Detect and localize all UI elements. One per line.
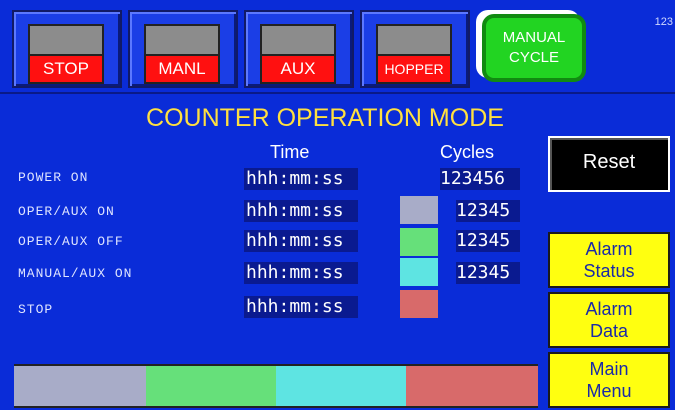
alarm-data-button[interactable]: Alarm Data (548, 292, 670, 348)
stop-indicator-lamp (28, 24, 104, 56)
hopper-button[interactable]: HOPPER (360, 10, 470, 88)
manl-indicator-lamp (144, 24, 220, 56)
aux-button[interactable]: AUX (244, 10, 354, 88)
oper-aux-on-color-swatch (400, 196, 438, 224)
row-label-oper-aux-off: OPER/AUX OFF (18, 234, 124, 249)
time-column-header: Time (270, 142, 310, 162)
cycles-oper-aux-off: 12345 (456, 230, 520, 252)
alarm-data-line1: Alarm (585, 299, 633, 319)
time-power-on: hhh:mm:ss (244, 168, 358, 190)
aux-indicator-lamp (260, 24, 336, 56)
bottom-bar-segment-manual-aux-on (276, 364, 406, 408)
stop-button[interactable]: STOP (12, 10, 122, 88)
time-oper-aux-on: hhh:mm:ss (244, 200, 358, 222)
manual-aux-on-color-swatch (400, 258, 438, 286)
hopper-indicator-lamp (376, 24, 452, 56)
corner-number: 123 (654, 16, 673, 28)
top-button-bar: STOP MANL AUX HOPPER MANUAL CYCLE 123 (0, 0, 675, 94)
main-menu-button[interactable]: Main Menu (548, 352, 670, 408)
time-stop: hhh:mm:ss (244, 296, 358, 318)
cycles-manual-aux-on: 12345 (456, 262, 520, 284)
time-manual-aux-on: hhh:mm:ss (244, 262, 358, 284)
row-label-oper-aux-on: OPER/AUX ON (18, 204, 115, 219)
hmi-screen: STOP MANL AUX HOPPER MANUAL CYCLE 123 CO… (0, 0, 675, 410)
row-label-manual-aux-on: MANUAL/AUX ON (18, 266, 133, 281)
bottom-bar-segment-stop (406, 364, 538, 408)
cycles-power-on: 123456 (440, 168, 520, 190)
stop-color-swatch (400, 290, 438, 318)
cycles-column-header: Cycles (440, 142, 495, 162)
hopper-label: HOPPER (376, 54, 452, 84)
main-menu-line2: Menu (586, 381, 632, 401)
cycles-oper-aux-on: 12345 (456, 200, 520, 222)
reset-button[interactable]: Reset (548, 136, 670, 192)
alarm-data-line2: Data (589, 321, 629, 341)
bottom-bar-segment-oper-aux-on (14, 364, 146, 408)
manual-cycle-button[interactable]: MANUAL CYCLE (482, 14, 586, 82)
bottom-bar-segment-oper-aux-off (146, 364, 276, 408)
time-oper-aux-off: hhh:mm:ss (244, 230, 358, 252)
manl-button[interactable]: MANL (128, 10, 238, 88)
alarm-status-button[interactable]: Alarm Status (548, 232, 670, 288)
oper-aux-off-color-swatch (400, 228, 438, 256)
alarm-status-line1: Alarm (585, 239, 633, 259)
row-label-stop: STOP (18, 302, 54, 317)
manl-label: MANL (144, 54, 220, 84)
row-label-power-on: POWER ON (18, 170, 89, 185)
page-title: COUNTER OPERATION MODE (146, 104, 504, 132)
aux-label: AUX (260, 54, 336, 84)
manual-cycle-line1: MANUAL (502, 29, 566, 46)
manual-cycle-line2: CYCLE (508, 49, 560, 66)
stop-label: STOP (28, 54, 104, 84)
main-menu-line1: Main (589, 359, 629, 379)
alarm-status-line2: Status (583, 261, 635, 281)
